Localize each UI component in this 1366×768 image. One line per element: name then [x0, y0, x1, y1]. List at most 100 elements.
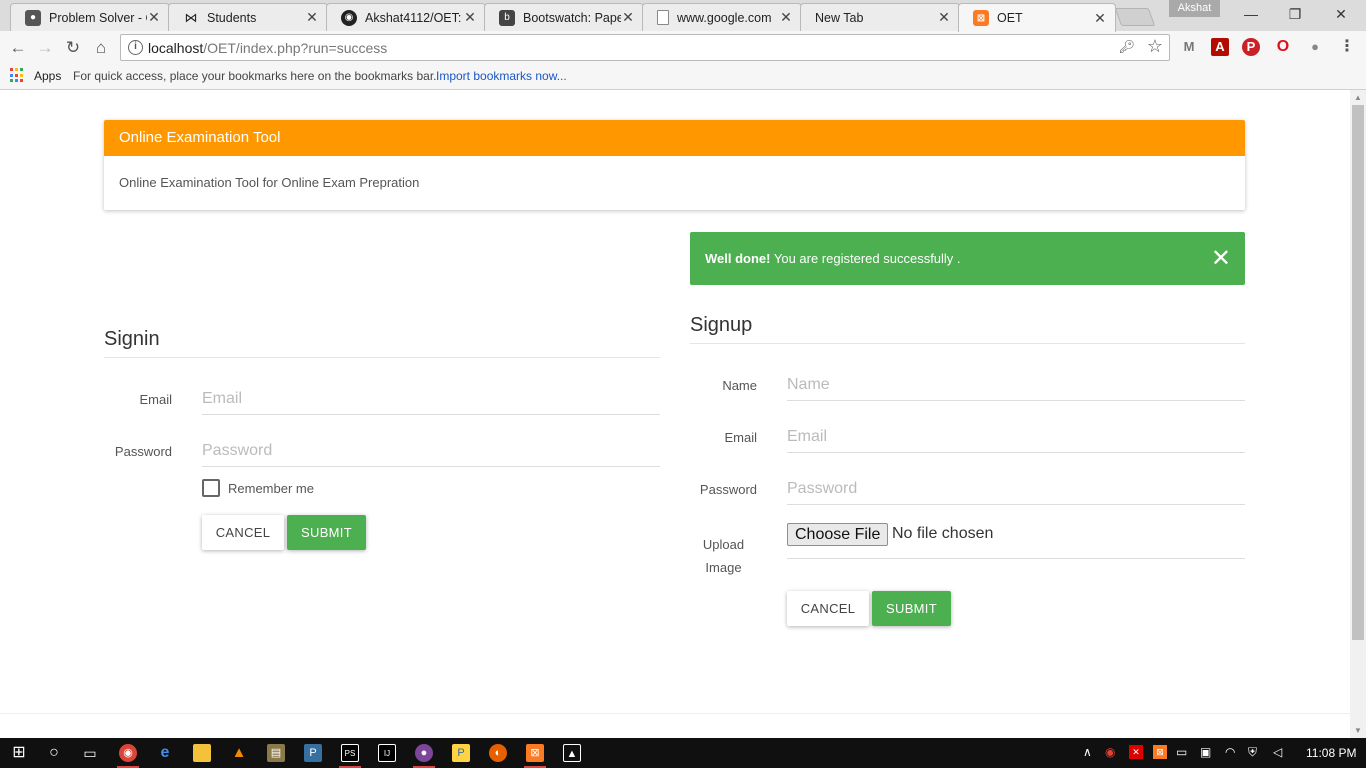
scrollbar-thumb[interactable]	[1352, 105, 1364, 640]
battery-icon[interactable]: ▭	[1176, 745, 1187, 759]
tab-title: Students	[207, 10, 257, 25]
close-tab-icon[interactable]: ✕	[147, 9, 161, 26]
signup-password-input[interactable]: Password	[787, 473, 1245, 505]
signup-name-label: Name	[722, 378, 757, 393]
new-tab-button[interactable]	[1114, 8, 1156, 26]
windows-start-icon[interactable]: ⊞	[10, 744, 28, 762]
signup-legend: Signup	[690, 314, 753, 336]
url-path: /OET/index.php?run=success	[203, 40, 388, 56]
close-window-icon[interactable]: ✕	[1318, 0, 1364, 28]
page-icon	[657, 10, 669, 25]
browser-tab[interactable]: b Bootswatch: Pape ✕	[484, 3, 644, 31]
signup-email-label: Email	[724, 430, 757, 445]
acrobat-icon[interactable]: A	[1211, 38, 1229, 56]
close-tab-icon[interactable]: ✕	[305, 9, 319, 26]
browser-tab[interactable]: New Tab ✕	[800, 3, 960, 31]
info-icon[interactable]: i	[128, 40, 143, 55]
cortana-icon[interactable]: ○	[45, 744, 63, 762]
python-idle-icon[interactable]: P	[452, 744, 470, 762]
tab-title: Problem Solver - C	[49, 10, 147, 25]
import-bookmarks-link[interactable]: Import bookmarks now...	[436, 69, 567, 83]
signin-submit-button[interactable]: Submit	[287, 515, 366, 550]
xampp-taskbar-icon[interactable]: ⊠	[526, 744, 544, 762]
tor-icon[interactable]: ●	[415, 744, 433, 762]
defender-icon[interactable]: ⛨	[1248, 745, 1257, 760]
browser-tab[interactable]: ⋈ Students ✕	[168, 3, 328, 31]
app-icon[interactable]: ▤	[267, 744, 285, 762]
footer-divider	[0, 713, 1350, 714]
tray-chevron-icon[interactable]: ∧	[1083, 745, 1092, 759]
close-icon[interactable]: ✕	[1211, 232, 1231, 285]
home-icon[interactable]: ⌂	[89, 36, 113, 60]
menu-icon[interactable]: ⋮	[1338, 38, 1356, 56]
upload-label-line1: Upload	[702, 537, 745, 552]
tray-shield-icon[interactable]: ✕	[1129, 745, 1143, 759]
apps-link[interactable]: Apps	[34, 69, 61, 83]
alert-strong: Well done!	[705, 251, 771, 266]
profile-button[interactable]: Akshat	[1169, 0, 1220, 17]
back-icon[interactable]: ←	[6, 36, 30, 60]
browser-tab[interactable]: ● Problem Solver - C ✕	[10, 3, 170, 31]
upload-label-line2: Image	[705, 560, 742, 575]
task-view-icon[interactable]: ▭	[81, 744, 99, 762]
volume-icon[interactable]: ◁	[1273, 745, 1282, 759]
vlc-icon[interactable]: ▲	[230, 744, 248, 762]
close-tab-icon[interactable]: ✕	[937, 9, 951, 26]
pinterest-icon[interactable]: P	[1242, 38, 1260, 56]
key-icon[interactable]: 🔑︎	[1118, 39, 1135, 55]
apps-grid-icon[interactable]	[10, 68, 25, 83]
tray-chrome-icon[interactable]: ◉	[1105, 745, 1115, 759]
edge-icon[interactable]: e	[156, 744, 174, 762]
firefox-icon[interactable]: ◐	[489, 744, 507, 762]
panel-title: Online Examination Tool	[104, 120, 1245, 156]
remember-me-checkbox[interactable]	[202, 479, 220, 497]
photos-icon[interactable]: ▲	[563, 744, 581, 762]
signup-divider	[690, 343, 1245, 344]
tray-xampp-icon[interactable]: ⊠	[1153, 745, 1167, 759]
signin-email-input[interactable]: Email	[202, 383, 660, 415]
close-tab-icon[interactable]: ✕	[621, 9, 635, 26]
tab-title: Bootswatch: Pape	[523, 10, 621, 25]
close-tab-icon[interactable]: ✕	[463, 9, 477, 26]
minimize-icon[interactable]: —	[1228, 0, 1274, 28]
signin-password-input[interactable]: Password	[202, 435, 660, 467]
signin-password-label: Password	[114, 444, 172, 459]
close-tab-icon[interactable]: ✕	[779, 9, 793, 26]
forward-icon[interactable]: →	[33, 36, 57, 60]
tab-title: www.google.com	[677, 10, 772, 25]
taskbar-clock[interactable]: 11:08 PM	[1306, 746, 1356, 760]
scroll-down-icon[interactable]: ▼	[1354, 726, 1362, 735]
browser-tab[interactable]: ◉ Akshat4112/OET: V ✕	[326, 3, 486, 31]
signin-cancel-button[interactable]: Cancel	[202, 515, 284, 550]
choose-file-button[interactable]: Choose File	[787, 523, 889, 546]
browser-tab[interactable]: www.google.com ✕	[642, 3, 802, 31]
signup-submit-button[interactable]: Submit	[872, 591, 951, 626]
address-bar[interactable]: i localhost/OET/index.php?run=success 🔑︎…	[120, 34, 1170, 61]
wifi-icon[interactable]: ◠	[1225, 745, 1235, 759]
opera-icon[interactable]: O	[1274, 38, 1292, 56]
gmail-icon[interactable]: M	[1180, 38, 1198, 56]
signin-divider	[104, 357, 660, 358]
url-text[interactable]: localhost/OET/index.php?run=success	[148, 40, 387, 56]
scroll-up-icon[interactable]: ▲	[1354, 93, 1362, 102]
chrome-icon[interactable]: ◉	[119, 744, 137, 762]
python-icon[interactable]: P	[304, 744, 322, 762]
signup-email-input[interactable]: Email	[787, 421, 1245, 453]
reload-icon[interactable]: ↻	[61, 36, 85, 60]
bowtie-icon: ⋈	[184, 9, 198, 25]
intellij-icon[interactable]: IJ	[378, 744, 396, 762]
display-icon[interactable]: ▣	[1200, 745, 1211, 759]
bookmark-star-icon[interactable]: ☆	[1147, 36, 1163, 57]
file-explorer-icon[interactable]	[193, 744, 211, 762]
extension-icon[interactable]: ●	[1306, 38, 1324, 56]
raccoon-icon: ●	[25, 9, 41, 26]
browser-tab-active[interactable]: ⊠ OET ✕	[958, 3, 1116, 32]
signup-name-input[interactable]: Name	[787, 369, 1245, 401]
restore-icon[interactable]: ❐	[1272, 0, 1318, 28]
phpstorm-icon[interactable]: PS	[341, 744, 359, 762]
page-scrollbar[interactable]: ▲ ▼	[1350, 90, 1366, 738]
remember-me-label[interactable]: Remember me	[228, 481, 314, 496]
signup-cancel-button[interactable]: Cancel	[787, 591, 869, 626]
close-tab-icon[interactable]: ✕	[1093, 10, 1107, 27]
alert-message: You are registered successfully .	[770, 251, 961, 266]
